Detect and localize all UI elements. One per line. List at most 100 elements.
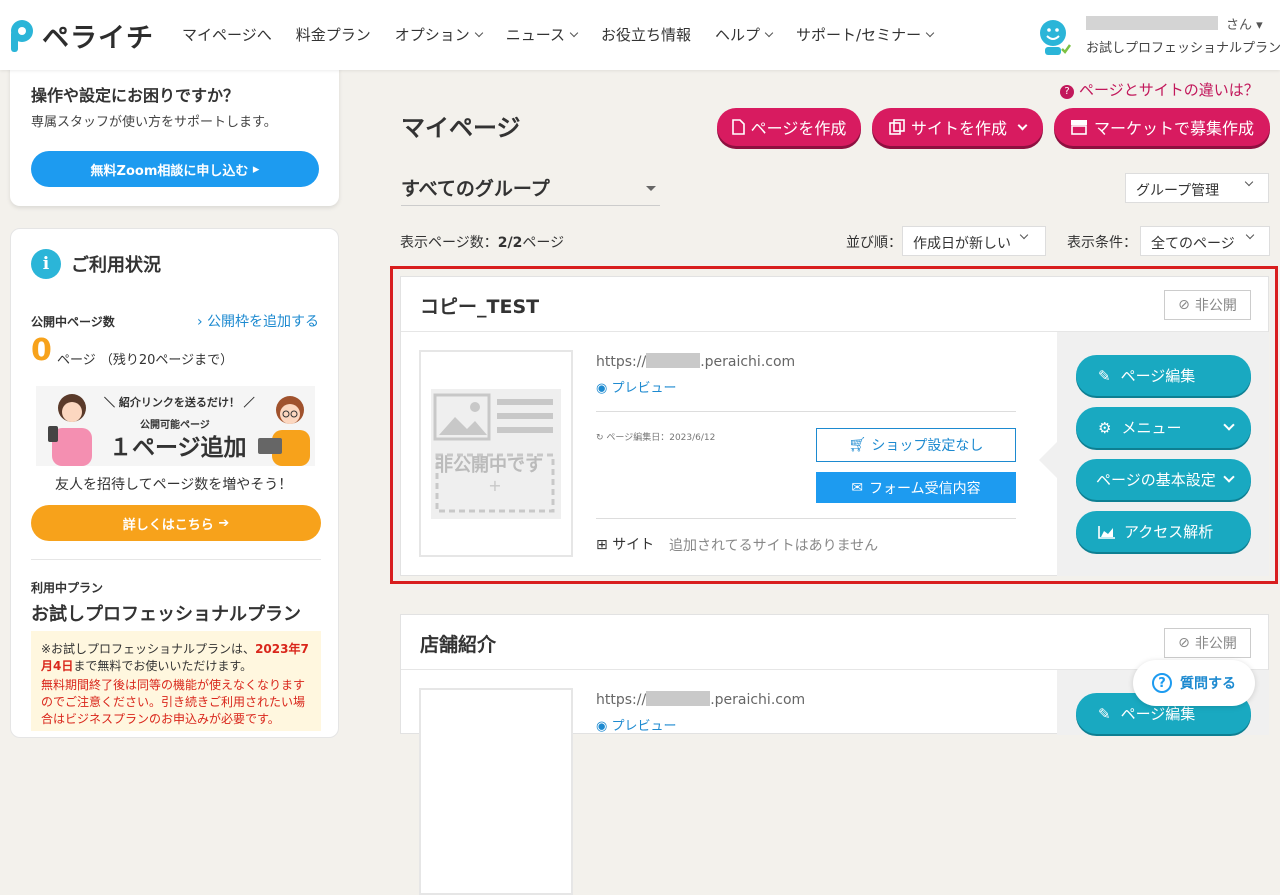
create-site-button[interactable]: サイトを作成 — [872, 108, 1043, 146]
private-status-badge[interactable]: ⊘ 非公開 — [1164, 290, 1251, 320]
details-button[interactable]: 詳しくはこちら ➔ — [31, 505, 321, 541]
page-url[interactable]: https:// .peraichi.com — [596, 353, 795, 370]
site-label-text: サイト — [612, 537, 655, 553]
sort-select[interactable]: 作成日が新しい — [902, 226, 1046, 256]
chevron-down-icon — [1245, 230, 1255, 240]
store-icon — [1070, 120, 1087, 135]
banner-line3: １ページ追加 — [109, 435, 247, 461]
nav-news[interactable]: ニュース — [505, 24, 579, 45]
copy-icon — [889, 119, 905, 135]
group-select-value: すべてのグループ — [401, 178, 550, 200]
ask-question-label: 質問する — [1180, 676, 1236, 692]
trial-notice-line1: ※お試しプロフェッショナルプランは、2023年7月4日まで無料でお使いいただけま… — [41, 641, 315, 675]
chevron-down-icon — [1223, 471, 1235, 483]
ask-question-button[interactable]: ? 質問する — [1133, 660, 1255, 706]
url-redacted — [646, 353, 701, 368]
zoom-consult-button[interactable]: 無料Zoom相談に申し込む ▸ — [31, 151, 319, 187]
envelope-icon: ✉ — [851, 479, 864, 496]
usage-card: i ご利用状況 公開中ページ数 › 公開枠を追加する 0 ページ （残り20ペー… — [10, 228, 339, 738]
chevron-right-icon: › — [197, 314, 208, 330]
page-count-suffix: ページ — [522, 235, 565, 251]
market-recruit-button[interactable]: マーケットで募集作成 — [1054, 108, 1270, 146]
refresh-icon: ↻ — [596, 433, 607, 443]
invite-text: 友人を招待してページ数を増やそう！ — [55, 477, 293, 493]
support-subtitle: 専属スタッフが使い方をサポートします。 — [31, 115, 277, 130]
caret-right-icon: ▸ — [248, 161, 260, 177]
create-page-button[interactable]: ページを作成 — [717, 108, 861, 146]
main-content: ? ページとサイトの違いは？ マイページ ページを作成 サイトを作成 マーケットで… — [390, 70, 1280, 895]
thumbnail-placeholder: + 非公開中です — [431, 389, 561, 519]
question-circle-icon: ? — [1060, 85, 1074, 99]
page-card-title: 店舗紹介 — [420, 634, 497, 656]
url-prefix: https:// — [596, 354, 647, 370]
banner-line1: ＼ 紹介リンクを送るだけ！ ／ — [104, 396, 255, 409]
eye-icon: ◉ — [596, 381, 612, 396]
basic-settings-button[interactable]: ページの基本設定 — [1076, 459, 1251, 500]
nav-support-seminar[interactable]: サポート/セミナー — [796, 24, 935, 45]
info-icon: i — [31, 249, 61, 279]
nav-label: 料金プラン — [295, 26, 371, 44]
page-thumbnail[interactable]: + 非公開中です — [419, 350, 573, 557]
edited-date: ↻ ページ編集日：2023/6/12 — [596, 430, 715, 443]
filter-select[interactable]: 全てのページ — [1140, 226, 1270, 256]
sort-select-value: 作成日が新しい — [913, 236, 1011, 252]
woman-phone-illustration — [48, 394, 92, 466]
usage-title: ご利用状況 — [71, 255, 161, 276]
url-redacted — [646, 691, 711, 706]
add-publish-slot-link[interactable]: › 公開枠を追加する — [197, 311, 319, 331]
group-manage-value: グループ管理 — [1136, 183, 1220, 199]
nav-mypage[interactable]: マイページへ — [182, 24, 272, 45]
shop-settings-button[interactable]: 🛒︎ ショップ設定なし — [816, 428, 1016, 462]
preview-link[interactable]: ◉ プレビュー — [596, 715, 677, 734]
logo-p-icon — [11, 19, 33, 52]
nav-useful-info[interactable]: お役立ち情報 — [601, 24, 691, 45]
divider — [596, 411, 1016, 412]
page-count-value: 2/2 — [497, 235, 523, 251]
trial-notice-warning: 無料期間終了後は同等の機能が使えなくなりますのでご注意ください。引き続きご利用さ… — [41, 678, 306, 726]
referral-banner[interactable]: ＼ 紹介リンクを送るだけ！ ／ 公開可能ページ １ページ追加 — [36, 386, 315, 466]
pencil-icon: ✎ — [1098, 366, 1111, 385]
page-edit-label: ページ編集 — [1120, 705, 1196, 723]
page-edit-button[interactable]: ✎ ページ編集 — [1076, 355, 1251, 396]
svg-text:+: + — [488, 476, 501, 495]
page-thumbnail[interactable] — [419, 688, 573, 895]
page-url[interactable]: https:// .peraichi.com — [596, 691, 805, 708]
nav-pricing[interactable]: 料金プラン — [296, 24, 371, 45]
page-card-title: コピー_TEST — [420, 296, 540, 318]
page-vs-site-help-link[interactable]: ? ページとサイトの違いは？ — [1060, 79, 1259, 100]
file-icon — [731, 119, 745, 135]
nav-options[interactable]: オプション — [395, 24, 483, 45]
page-count: 表示ページ数：2/2ページ — [400, 232, 564, 252]
nav-label: ニュース — [505, 26, 565, 44]
chevron-down-icon — [1223, 419, 1235, 431]
site-label: ⊞ サイト — [596, 534, 654, 554]
nav-help[interactable]: ヘルプ — [715, 24, 774, 45]
edited-date-text: ページ編集日：2023/6/12 — [606, 433, 716, 443]
chevron-down-icon — [925, 28, 935, 37]
form-responses-button[interactable]: ✉ フォーム受信内容 — [816, 472, 1016, 503]
area-chart-icon — [1098, 525, 1115, 539]
url-prefix: https:// — [596, 692, 647, 708]
group-select[interactable]: すべてのグループ — [401, 174, 660, 206]
menu-label: メニュー — [1121, 419, 1182, 437]
published-count-text: ページ （残り20ページまで） — [57, 353, 234, 368]
site-value: 追加されてるサイトはありません — [669, 538, 879, 554]
private-status-badge[interactable]: ⊘ 非公開 — [1164, 628, 1251, 658]
analytics-button[interactable]: アクセス解析 — [1076, 511, 1251, 552]
menu-button[interactable]: ⚙ メニュー — [1076, 407, 1251, 448]
group-manage-select[interactable]: グループ管理 — [1125, 173, 1269, 203]
chevron-down-icon — [1017, 120, 1028, 130]
preview-link[interactable]: ◉ プレビュー — [596, 377, 677, 396]
status-label: 非公開 — [1194, 298, 1237, 314]
peraichi-logo[interactable]: ペライチ — [8, 16, 154, 55]
market-recruit-label: マーケットで募集作成 — [1093, 119, 1254, 138]
nav-label: ヘルプ — [715, 26, 761, 44]
nav-label: サポート/セミナー — [796, 26, 922, 44]
user-plan: お試しプロフェッショナルプラン — [1086, 41, 1280, 56]
username-redacted — [1086, 16, 1218, 30]
chevron-down-icon — [1019, 230, 1029, 240]
help-link-label: ページとサイトの違いは？ — [1079, 81, 1259, 99]
preview-label: プレビュー — [611, 381, 677, 396]
url-suffix: .peraichi.com — [710, 692, 806, 708]
page-edit-label: ページ編集 — [1120, 367, 1196, 385]
